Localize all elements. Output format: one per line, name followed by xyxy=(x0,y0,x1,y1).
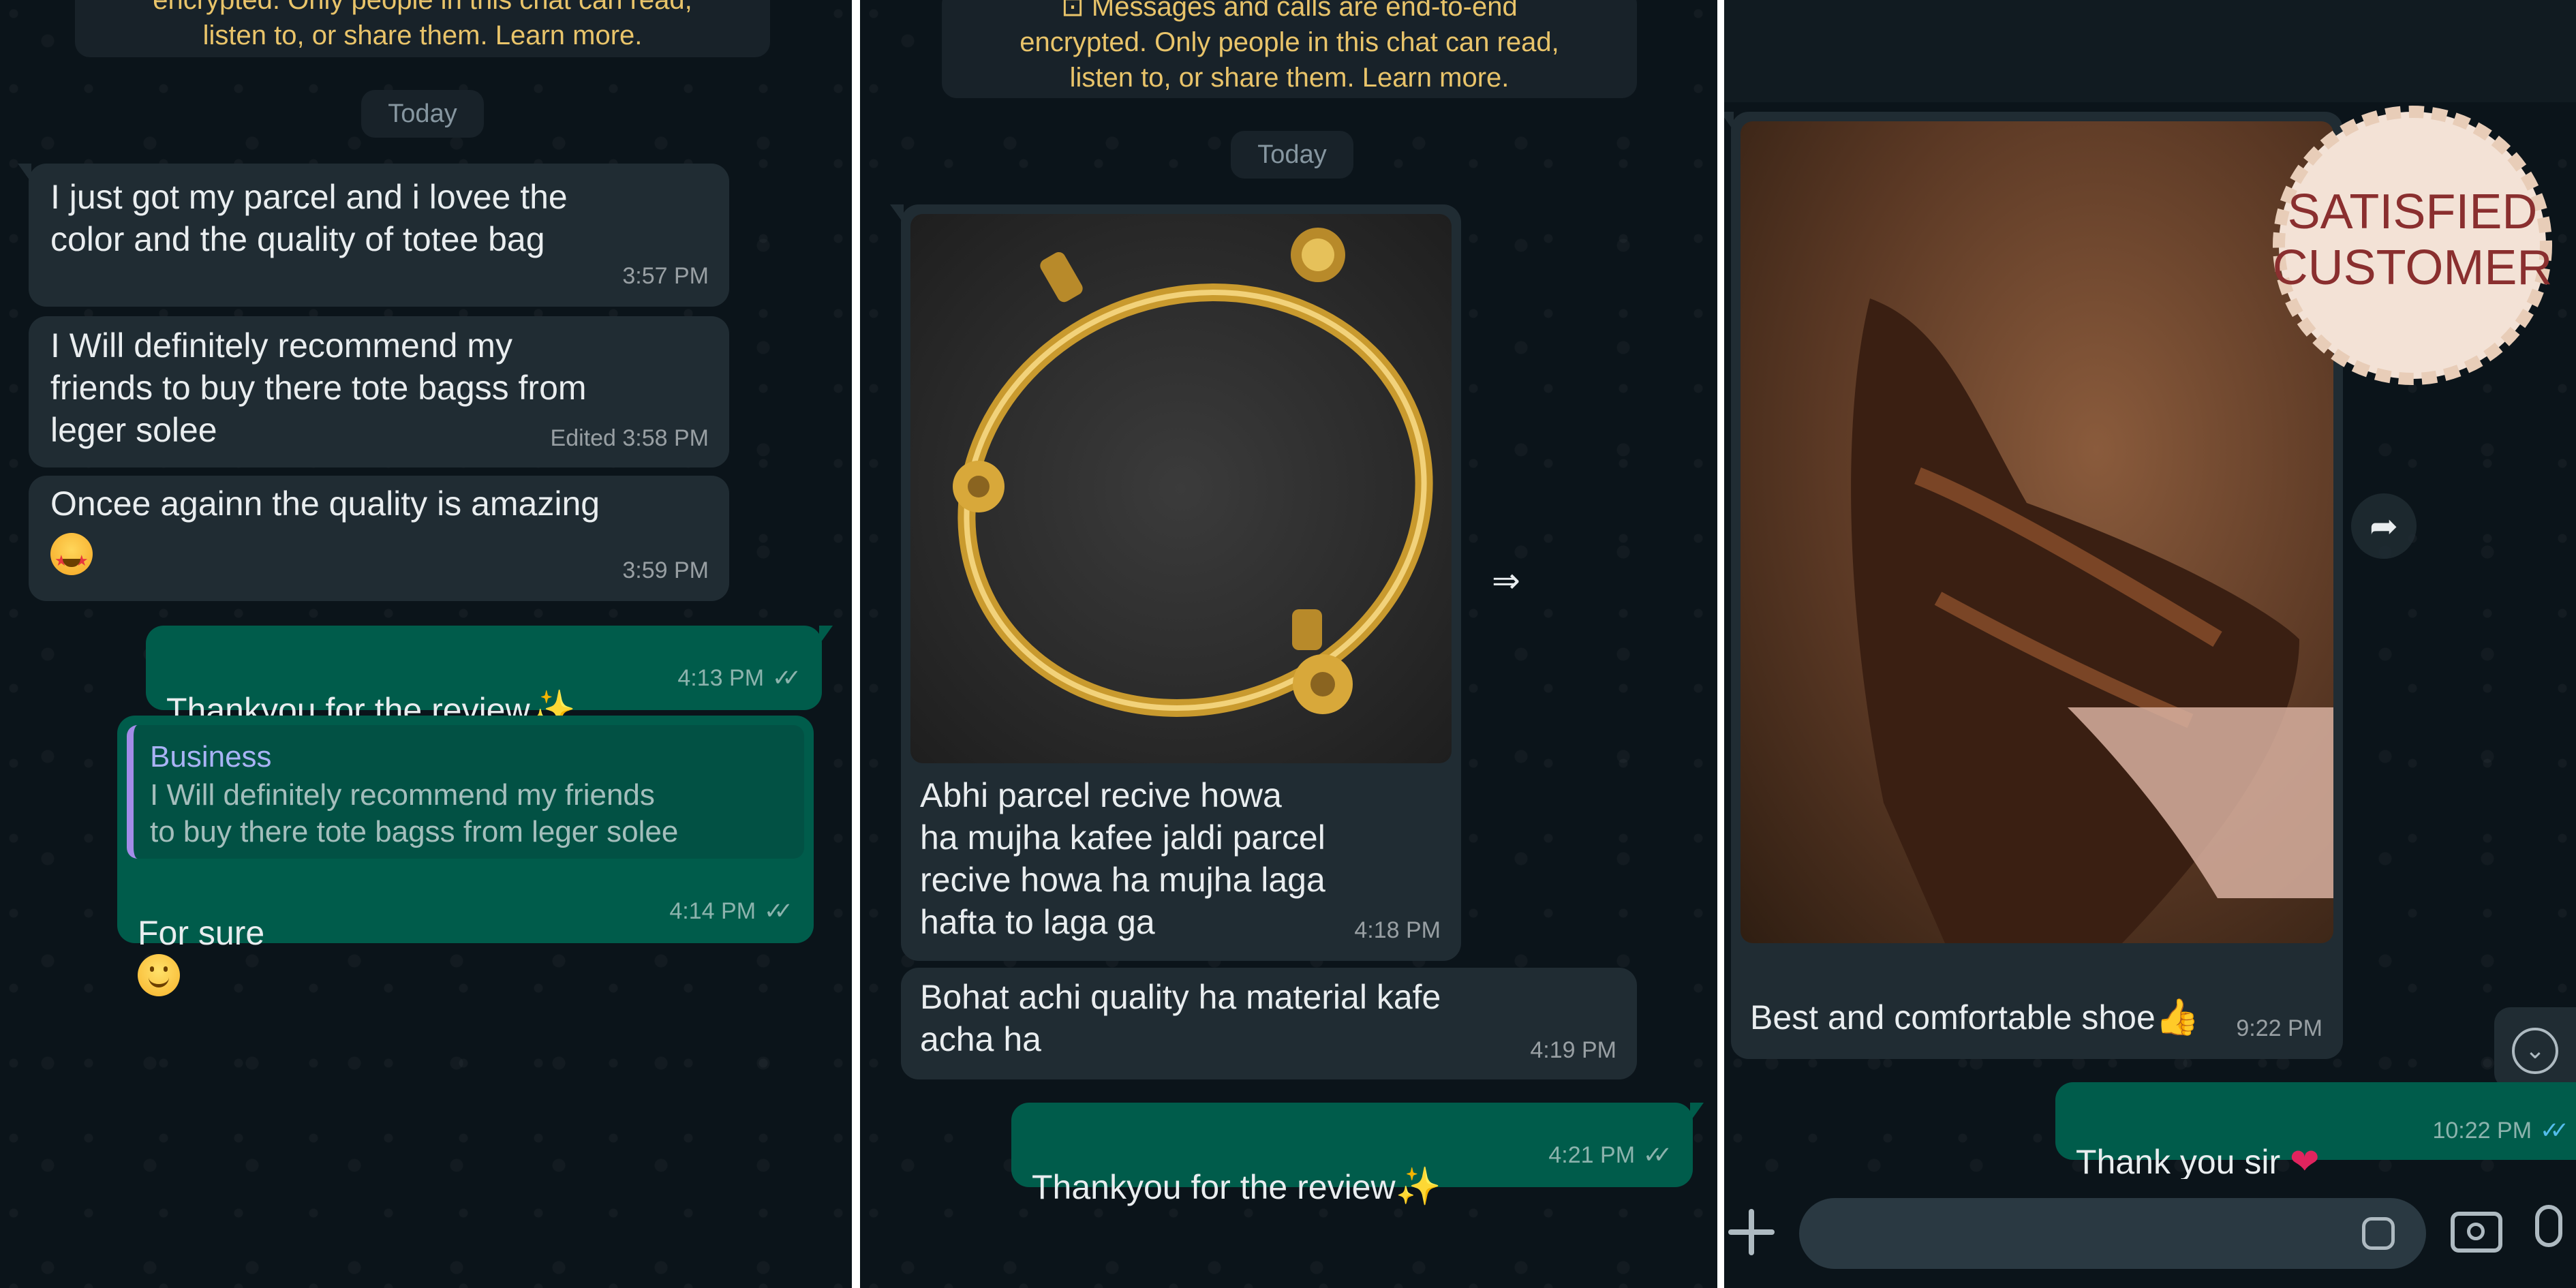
plus-icon[interactable] xyxy=(1724,1205,1779,1259)
star-struck-emoji xyxy=(50,533,93,582)
outgoing-message[interactable]: Thank you sir ❤ 10:22 PM ✓✓ xyxy=(2055,1082,2576,1182)
image-caption: Abhi parcel recive howa ha mujha kafee j… xyxy=(920,776,1325,941)
forward-icon[interactable]: ➦ xyxy=(2351,493,2417,559)
message-time: 9:22 PM xyxy=(2236,1015,2322,1041)
message-text-body: For sure xyxy=(138,914,265,952)
incoming-image-message[interactable]: Best and comfortable shoe👍 9:22 PM xyxy=(1724,112,2343,1059)
message-meta: 4:19 PM xyxy=(1530,1029,1616,1071)
message-time: 4:19 PM xyxy=(1530,1037,1616,1063)
message-time: 4:13 PM xyxy=(677,665,765,691)
message-input-bar xyxy=(1724,1179,2576,1288)
chat-panel-3: Best and comfortable shoe👍 9:22 PM SATIS… xyxy=(1724,0,2576,1288)
message-text: For sure xyxy=(138,870,264,999)
quoted-author: Business xyxy=(150,740,272,773)
satisfied-customer-badge: SATISFIED CUSTOMER xyxy=(2263,95,2562,395)
message-text: I just got my parcel and i lovee the col… xyxy=(50,178,568,258)
encryption-notice-line: encrypted. Only people in this chat can … xyxy=(1019,27,1559,57)
message-meta: 9:22 PM xyxy=(2236,1007,2322,1049)
red-heart-emoji: ❤ xyxy=(2290,1142,2320,1182)
quoted-message[interactable]: Business I Will definitely recommend my … xyxy=(127,725,804,859)
brown-shoe-graphic xyxy=(1851,298,2333,943)
chevron-down-icon: ⌄ xyxy=(2512,1028,2558,1074)
incoming-message[interactable]: Oncee againn the quality is amazing 3:59… xyxy=(29,476,729,601)
message-time: 4:18 PM xyxy=(1354,917,1441,943)
image-caption-text: Best and comfortable shoe xyxy=(1750,998,2156,1037)
encryption-notice-line: listen to, or share them. Learn more. xyxy=(1069,63,1509,93)
encryption-notice-line: ⊡ Messages and calls are end-to-end xyxy=(1061,0,1518,22)
incoming-message[interactable]: I Will definitely recommend my friends t… xyxy=(29,316,729,467)
chat-panel-2: ⊡ Messages and calls are end-to-end encr… xyxy=(860,0,1717,1288)
badge-text: SATISFIED CUSTOMER xyxy=(2263,184,2562,296)
sparkles-emoji: ✨ xyxy=(1395,1166,1441,1207)
scroll-down-button[interactable]: ⌄ xyxy=(2494,1007,2576,1089)
outgoing-message[interactable]: Thankyou for the review✨ 4:13 PM ✓✓ xyxy=(146,626,833,730)
outgoing-reply-message[interactable]: Business I Will definitely recommend my … xyxy=(117,716,814,996)
message-meta: 4:18 PM xyxy=(1354,909,1441,951)
chat-header xyxy=(1724,0,2576,102)
message-meta: Edited 3:58 PM xyxy=(551,417,709,459)
bangle-photo[interactable] xyxy=(910,214,1452,763)
encryption-notice[interactable]: encrypted. Only people in this chat can … xyxy=(75,0,770,57)
message-text: Thankyou for the review✨ xyxy=(1032,1123,1441,1208)
badge-line-2: CUSTOMER xyxy=(2272,241,2553,295)
gold-bangle-graphic xyxy=(953,228,1433,717)
quoted-text: I Will definitely recommend my friends t… xyxy=(150,778,679,848)
outgoing-message[interactable]: Thankyou for the review✨ 4:21 PM ✓✓ xyxy=(1011,1103,1704,1207)
double-tick-icon: ✓✓ xyxy=(772,665,801,691)
incoming-message[interactable]: Bohat achi quality ha material kafe acha… xyxy=(901,968,1637,1079)
encryption-notice-line: listen to, or share them. Learn more. xyxy=(202,20,643,50)
message-input[interactable] xyxy=(1799,1198,2426,1269)
message-time: 4:21 PM xyxy=(1548,1142,1636,1168)
mic-icon[interactable] xyxy=(2535,1205,2562,1247)
encryption-notice-line: encrypted. Only people in this chat can … xyxy=(153,0,692,15)
message-meta: 3:59 PM xyxy=(622,549,709,592)
thumbs-up-emoji: 👍 xyxy=(2155,998,2200,1037)
incoming-image-message[interactable]: Abhi parcel recive howa ha mujha kafee j… xyxy=(890,204,1461,961)
double-tick-icon: ✓✓ xyxy=(1643,1142,1672,1168)
message-meta: 4:21 PM ✓✓ xyxy=(1548,1134,1672,1176)
message-time: 3:59 PM xyxy=(622,557,709,583)
double-tick-icon: ✓✓ xyxy=(2540,1118,2569,1144)
message-time: 3:57 PM xyxy=(622,263,709,289)
date-chip: Today xyxy=(361,90,484,138)
smiling-face-emoji xyxy=(138,954,180,996)
shoe-photo[interactable] xyxy=(1741,121,2333,943)
message-meta: 4:13 PM ✓✓ xyxy=(677,657,801,699)
message-meta: 4:14 PM ✓✓ xyxy=(669,890,793,932)
chat-panel-1: encrypted. Only people in this chat can … xyxy=(0,0,852,1288)
message-text: Bohat achi quality ha material kafe acha… xyxy=(920,978,1441,1058)
sticker-icon[interactable] xyxy=(2362,1217,2395,1250)
date-chip: Today xyxy=(1231,131,1353,179)
badge-line-1: SATISFIED xyxy=(2287,185,2538,239)
double-tick-icon: ✓✓ xyxy=(764,898,793,924)
message-time: 4:14 PM xyxy=(669,898,756,924)
message-text: Oncee againn the quality is amazing xyxy=(50,485,600,523)
message-text-body: Thank you sir xyxy=(2076,1143,2281,1181)
message-text: I Will definitely recommend my friends t… xyxy=(50,326,587,449)
incoming-message[interactable]: I just got my parcel and i lovee the col… xyxy=(18,164,729,307)
message-meta: 10:22 PM ✓✓ xyxy=(2432,1109,2569,1152)
message-text: Thank you sir ❤ xyxy=(2076,1099,2320,1183)
camera-icon[interactable] xyxy=(2451,1212,2502,1253)
message-time: 10:22 PM xyxy=(2432,1118,2532,1144)
message-meta: 3:57 PM xyxy=(622,255,709,297)
image-caption: Best and comfortable shoe👍 xyxy=(1750,954,2200,1039)
message-time: Edited 3:58 PM xyxy=(550,425,709,451)
message-text-body: Thankyou for the review xyxy=(1032,1168,1396,1206)
forward-icon[interactable]: ⇒ xyxy=(1473,548,1539,613)
encryption-notice[interactable]: ⊡ Messages and calls are end-to-end encr… xyxy=(942,0,1637,98)
